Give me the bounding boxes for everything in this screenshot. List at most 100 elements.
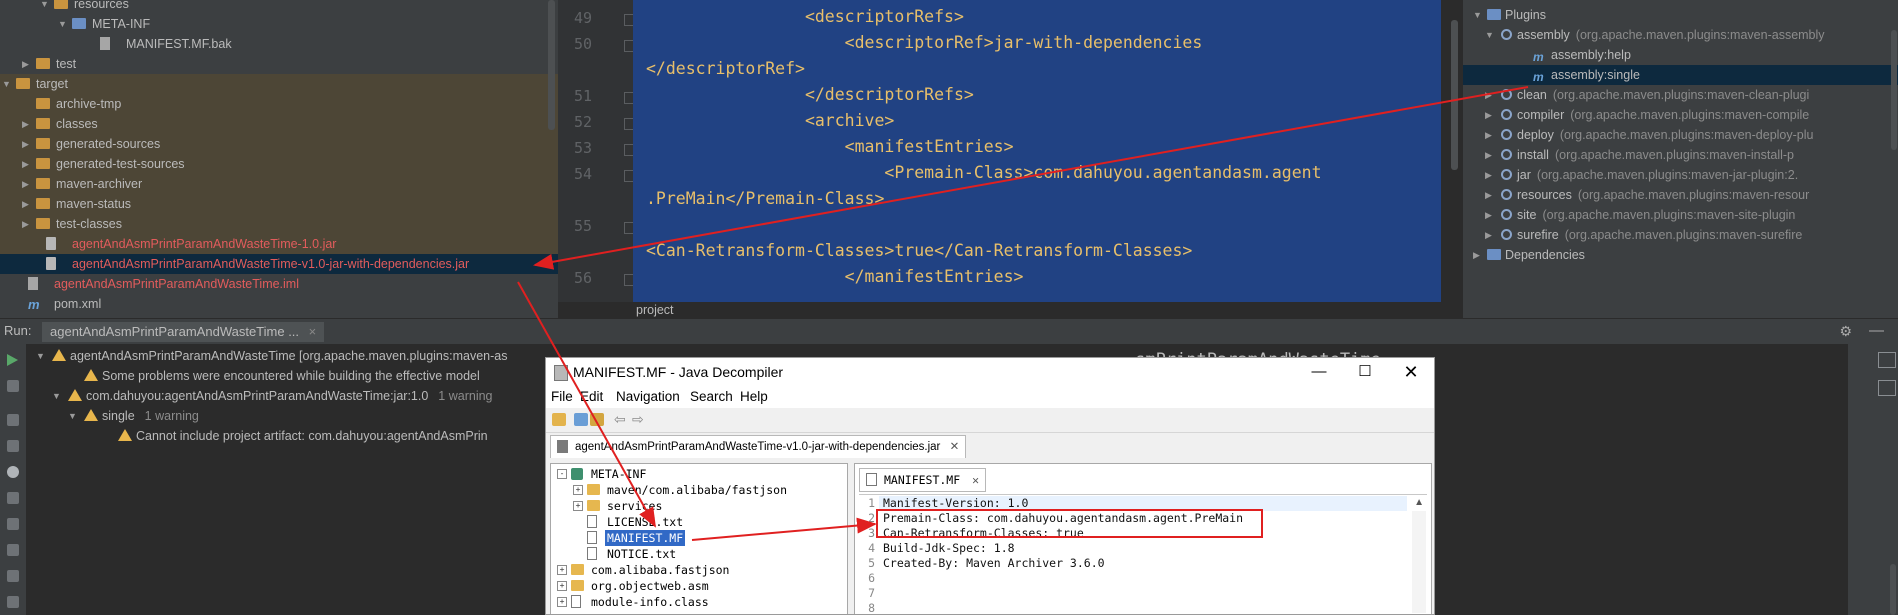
maven-item[interactable]: ▶ Dependencies [1463,245,1898,265]
chevron-down-icon[interactable]: ▼ [36,346,46,366]
maven-scrollbar[interactable] [1891,30,1897,150]
tree-item[interactable]: ▶ generated-test-sources [0,154,558,174]
maven-item[interactable]: ▶ deploy (org.apache.maven.plugins:maven-d… [1463,125,1898,145]
chevron-right-icon[interactable]: ▶ [1485,125,1495,145]
run-play-icon[interactable] [7,354,18,366]
chevron-right-icon[interactable]: ▶ [1485,165,1495,185]
menu-edit[interactable]: Edit [580,386,603,408]
chevron-right-icon[interactable]: ▶ [1485,205,1495,225]
console-scrollbar[interactable] [1890,564,1896,615]
menu-help[interactable]: Help [740,386,768,408]
jar-tree-item[interactable]: MANIFEST.MF [551,530,847,546]
menu-navigation[interactable]: Navigation [616,386,680,408]
rerun-icon[interactable] [7,380,19,392]
project-scrollbar[interactable] [548,0,555,130]
chevron-down-icon[interactable]: ▼ [40,0,50,14]
chevron-right-icon[interactable]: ▶ [1485,105,1495,125]
scroll-to-end-icon[interactable] [1878,380,1896,396]
chevron-right-icon[interactable]: ▶ [22,214,32,234]
chevron-right-icon[interactable]: ▶ [22,174,32,194]
menu-file[interactable]: File [551,386,573,408]
jar-tree-item[interactable]: + services [551,498,847,514]
maven-item[interactable]: ▼ Plugins [1463,5,1898,25]
chevron-right-icon[interactable]: ▶ [22,194,32,214]
open-file-icon[interactable] [552,413,566,426]
viewer-scrollbar[interactable] [1412,511,1426,613]
chevron-right-icon[interactable]: ▶ [22,134,32,154]
maven-item[interactable]: ▶ jar (org.apache.maven.plugins:maven-jar-… [1463,165,1898,185]
maven-item[interactable]: m assembly:single [1463,65,1898,85]
chevron-right-icon[interactable]: ▶ [1485,185,1495,205]
pin-icon[interactable] [7,596,19,608]
run-tree-item[interactable]: Cannot include project artifact: com.dah… [26,426,556,446]
expand-icon[interactable]: + [573,485,583,495]
close-icon[interactable]: × [309,324,317,339]
maven-item[interactable]: ▶ surefire (org.apache.maven.plugins:maven… [1463,225,1898,245]
run-tab[interactable]: agentAndAsmPrintParamAndWasteTime ... × [42,322,325,342]
jar-tree-item[interactable]: - META-INF [551,466,847,482]
chevron-right-icon[interactable]: ▶ [1473,245,1483,265]
run-tree-item[interactable]: ▼ agentAndAsmPrintParamAndWasteTime [org.… [26,346,556,366]
run-tree-item[interactable]: ▼ single 1 warning [26,406,556,426]
close-icon[interactable]: ✕ [972,473,979,487]
maximize-window-button[interactable]: ☐ [1342,358,1388,386]
collapse-icon[interactable]: - [557,469,567,479]
editor-scrollbar[interactable] [1451,20,1458,170]
tree-item[interactable]: ▶ test-classes [0,214,558,234]
expand-icon[interactable]: + [557,597,567,607]
forward-icon[interactable]: ⇨ [632,411,644,428]
jar-tree-item[interactable]: LICENSE.txt [551,514,847,530]
tree-item[interactable]: ▶ maven-status [0,194,558,214]
chevron-right-icon[interactable]: ▶ [22,154,32,174]
tree-item[interactable]: ▶ classes [0,114,558,134]
chevron-right-icon[interactable]: ▶ [22,114,32,134]
scroll-up-icon[interactable]: ▲ [1414,497,1424,508]
maven-item[interactable]: ▶ site (org.apache.maven.plugins:maven-sit… [1463,205,1898,225]
jar-tree-item[interactable]: + org.objectweb.asm [551,578,847,594]
menu-search[interactable]: Search [690,386,733,408]
search-icon[interactable] [590,413,604,426]
close-icon[interactable]: ✕ [950,441,960,453]
tree-item[interactable]: agentAndAsmPrintParamAndWasteTime-1.0.ja… [0,234,558,254]
chevron-down-icon[interactable]: ▼ [52,386,62,406]
tree-item[interactable]: archive-tmp [0,94,558,114]
chevron-right-icon[interactable]: ▶ [1485,85,1495,105]
jar-tree-item[interactable]: + com.alibaba.fastjson [551,562,847,578]
chevron-right-icon[interactable]: ▶ [1485,145,1495,165]
tree-item[interactable]: ▼ resources [0,0,558,14]
maven-item[interactable]: ▶ install (org.apache.maven.plugins:maven-… [1463,145,1898,165]
jar-tab[interactable]: agentAndAsmPrintParamAndWasteTime-v1.0-j… [550,435,967,458]
tree-item[interactable]: agentAndAsmPrintParamAndWasteTime-v1.0-j… [0,254,558,274]
breadcrumb-item[interactable]: project [636,302,674,318]
chevron-down-icon[interactable]: ▼ [68,406,78,426]
tree-item[interactable]: MANIFEST.MF.bak [0,34,558,54]
manifest-content[interactable]: 1 Manifest-Version: 1.0 2 Premain-Class: co… [859,494,1427,614]
tree-item[interactable]: ▼ target [0,74,558,94]
minimize-window-button[interactable]: — [1296,358,1342,386]
expand-icon[interactable]: + [573,501,583,511]
minimize-icon[interactable]: — [1869,322,1884,339]
run-tree-item[interactable]: ▼ com.dahuyou:agentAndAsmPrintParamAndWas… [26,386,556,406]
toggle-tree-icon[interactable] [7,440,19,452]
run-tree-item[interactable]: Some problems were encountered while bui… [26,366,556,386]
jar-tree-item[interactable]: NOTICE.txt [551,546,847,562]
soft-wrap-icon[interactable] [1878,352,1896,368]
camera-icon[interactable] [7,492,19,504]
jar-tree-item[interactable]: + maven/com.alibaba/fastjson [551,482,847,498]
open-type-icon[interactable] [574,413,588,426]
maven-item[interactable]: ▶ clean (org.apache.maven.plugins:maven-cl… [1463,85,1898,105]
tree-item[interactable]: m pom.xml [0,294,558,314]
login-icon[interactable] [7,544,19,556]
maven-item[interactable]: ▶ compiler (org.apache.maven.plugins:maven… [1463,105,1898,125]
window-titlebar[interactable]: MANIFEST.MF - Java Decompiler — ☐ ✕ [546,358,1434,386]
chevron-right-icon[interactable]: ▶ [1485,225,1495,245]
stop-icon[interactable] [7,414,19,426]
chevron-down-icon[interactable]: ▼ [1485,25,1495,45]
jar-tree-item[interactable]: + module-info.class [551,594,847,610]
chevron-right-icon[interactable]: ▶ [22,54,32,74]
maven-item[interactable]: ▼ assembly (org.apache.maven.plugins:maven… [1463,25,1898,45]
chevron-down-icon[interactable]: ▼ [2,74,12,94]
eye-icon[interactable] [7,466,19,478]
tree-item[interactable]: agentAndAsmPrintParamAndWasteTime.iml [0,274,558,294]
code-editor[interactable]: 49 50 51 52 53 54 55 56 <descriptorRefs> <descr… [558,0,1463,302]
